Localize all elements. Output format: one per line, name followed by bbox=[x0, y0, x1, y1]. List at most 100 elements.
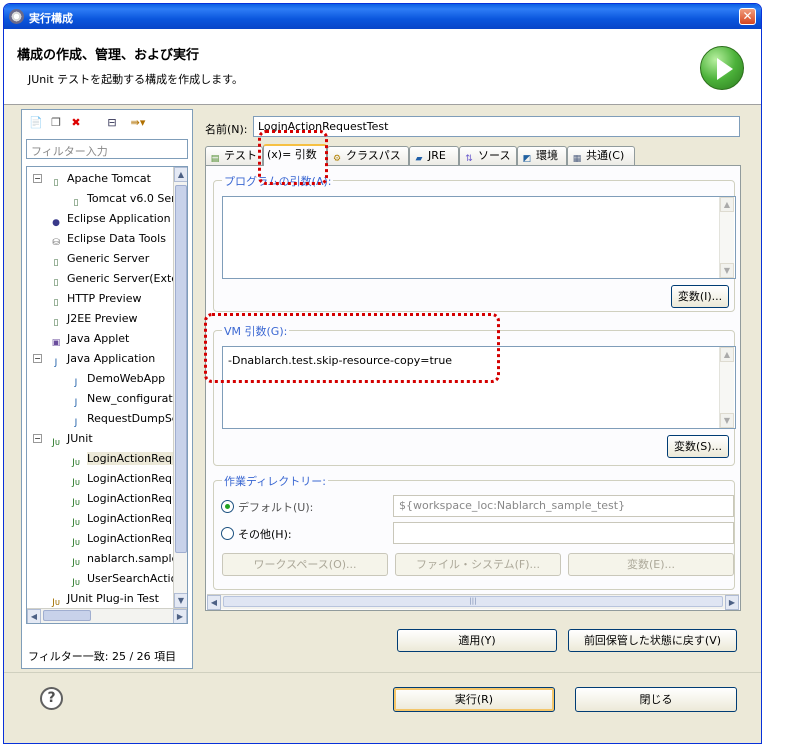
tree-item[interactable]: ▯ Tomcat v6.0 Server bbox=[69, 189, 175, 209]
tree-item-label: Generic Server(External) bbox=[67, 272, 175, 285]
duplicate-icon[interactable]: ❐ bbox=[48, 115, 64, 131]
java-app-icon: J bbox=[74, 398, 78, 408]
filter-input[interactable]: フィルター入力 bbox=[26, 139, 188, 159]
name-field[interactable]: LoginActionRequestTest bbox=[253, 116, 740, 137]
server-icon: ▯ bbox=[53, 278, 59, 288]
common-icon: ▦ bbox=[572, 154, 582, 164]
vm-args-scrollbar[interactable]: ▲ ▼ bbox=[719, 347, 734, 428]
program-args-scrollbar[interactable]: ▲ ▼ bbox=[719, 197, 734, 278]
working-directory-group: 作業ディレクトリー: デフォルト(U): ${workspace_loc:Nab… bbox=[213, 473, 735, 590]
collapse-all-icon[interactable]: ⊟ bbox=[104, 115, 120, 131]
tree-item[interactable]: Jᴜ LoginActionRequestTest bbox=[69, 469, 175, 489]
footer-separator bbox=[4, 672, 761, 673]
collapse-toggle-icon[interactable]: − bbox=[33, 434, 42, 443]
tree-item[interactable]: ▯ Generic Server bbox=[49, 249, 150, 269]
tree-item[interactable]: Jᴜ LoginActionRequestTest bbox=[69, 529, 175, 549]
vm-arguments-field[interactable]: -Dnablarch.test.skip-resource-copy=true bbox=[222, 346, 736, 429]
header-description: JUnit テストを起動する構成を作成します。 bbox=[28, 73, 244, 86]
tab-arguments[interactable]: (x)= 引数 bbox=[263, 144, 327, 166]
scroll-down-icon[interactable]: ▼ bbox=[720, 263, 734, 278]
title-bar[interactable]: 実行構成 ✕ bbox=[4, 4, 761, 29]
delete-icon[interactable]: ✖ bbox=[68, 115, 84, 131]
tree-item[interactable]: ⛁ Eclipse Data Tools bbox=[49, 229, 166, 249]
panel-horizontal-scrollbar[interactable]: ◀ ||| ▶ bbox=[207, 594, 739, 610]
workdir-variables-button[interactable]: 変数(E)... bbox=[568, 553, 734, 576]
other-directory-field bbox=[393, 522, 734, 544]
apply-button[interactable]: 適用(Y) bbox=[397, 629, 557, 652]
tree-item-label: Java Application bbox=[67, 352, 156, 365]
tab-classpath[interactable]: ⚙ クラスパス bbox=[327, 146, 409, 165]
run-configurations-dialog: 実行構成 ✕ 構成の作成、管理、および実行 JUnit テストを起動する構成を作… bbox=[3, 3, 762, 744]
tree-item[interactable]: − Jᴜ JUnit bbox=[33, 429, 93, 449]
tab-environment[interactable]: ◩ 環境 bbox=[517, 146, 567, 165]
scroll-left-icon[interactable]: ◀ bbox=[207, 595, 221, 610]
tree-item[interactable]: J DemoWebApp bbox=[69, 369, 165, 389]
tree-item[interactable]: ▣ Java Applet bbox=[49, 329, 130, 349]
tree-item[interactable]: Jᴜ JUnit Plug-in Test bbox=[49, 589, 159, 608]
collapse-toggle-icon[interactable]: − bbox=[33, 174, 42, 183]
tree-item[interactable]: Jᴜ UserSearchAction bbox=[69, 569, 175, 589]
new-config-icon[interactable]: 📄 bbox=[28, 115, 44, 131]
filter-icon[interactable]: ⇛▾ bbox=[124, 115, 152, 131]
other-radio[interactable] bbox=[221, 527, 234, 540]
default-radio-label: デフォルト(U): bbox=[238, 501, 314, 514]
tree-item-label: LoginActionRequestTest bbox=[87, 532, 175, 545]
tree-item[interactable]: ● Eclipse Application bbox=[49, 209, 171, 229]
tree-item[interactable]: Jᴜ LoginActionRequestTest bbox=[69, 489, 175, 509]
other-radio-label: その他(H): bbox=[238, 528, 292, 541]
tree-item-label: DemoWebApp bbox=[87, 372, 166, 385]
h-scroll-thumb[interactable] bbox=[43, 610, 91, 621]
scroll-left-icon[interactable]: ◀ bbox=[27, 609, 41, 623]
tree-item[interactable]: ▯ Generic Server(External) bbox=[49, 269, 175, 289]
tab-jre[interactable]: ▰ JRE bbox=[409, 146, 459, 165]
tree-item[interactable]: ▯ HTTP Preview bbox=[49, 289, 142, 309]
configuration-tree[interactable]: − ▯ Apache Tomcat ▯ Tomcat v6.0 Server ● Eclip… bbox=[26, 166, 188, 624]
vm-arguments-group: VM 引数(G): -Dnablarch.test.skip-resource-… bbox=[213, 323, 736, 466]
scroll-up-icon[interactable]: ▲ bbox=[174, 167, 187, 182]
tree-item[interactable]: ▯ J2EE Preview bbox=[49, 309, 138, 329]
workspace-button[interactable]: ワークスペース(O)... bbox=[222, 553, 388, 576]
vm-variables-button[interactable]: 変数(S)... bbox=[667, 435, 729, 458]
tree-item-label: Java Applet bbox=[67, 332, 130, 345]
tree-vertical-scrollbar[interactable]: ▲ ▼ bbox=[173, 167, 187, 608]
close-icon[interactable]: ✕ bbox=[739, 8, 756, 25]
help-icon[interactable]: ? bbox=[40, 687, 63, 710]
scroll-thumb[interactable] bbox=[175, 185, 187, 553]
tree-item[interactable]: − ▯ Apache Tomcat bbox=[33, 169, 151, 189]
run-button[interactable]: 実行(R) bbox=[393, 687, 555, 712]
program-variables-button[interactable]: 変数(I)... bbox=[671, 285, 729, 308]
scroll-up-icon[interactable]: ▲ bbox=[720, 197, 734, 212]
tree-horizontal-scrollbar[interactable]: ◀ ▶ bbox=[27, 608, 187, 623]
filesystem-button[interactable]: ファイル・システム(F)... bbox=[395, 553, 561, 576]
tree-item[interactable]: Jᴜ LoginActionRequestTest bbox=[69, 449, 175, 469]
tab-common[interactable]: ▦ 共通(C) bbox=[567, 146, 635, 165]
tree-item[interactable]: Jᴜ nablarch.sample bbox=[69, 549, 175, 569]
program-arguments-field[interactable] bbox=[222, 196, 736, 279]
h-scroll-thumb[interactable]: ||| bbox=[223, 596, 723, 607]
collapse-toggle-icon[interactable]: − bbox=[33, 354, 42, 363]
applet-icon: ▣ bbox=[51, 338, 61, 348]
scroll-right-icon[interactable]: ▶ bbox=[725, 595, 739, 610]
tree-item[interactable]: Jᴜ LoginActionRequestTest bbox=[69, 509, 175, 529]
revert-button[interactable]: 前回保管した状態に戻す(V) bbox=[568, 629, 737, 652]
tree-item-label: Apache Tomcat bbox=[67, 172, 151, 185]
tree-item[interactable]: J New_configuration bbox=[69, 389, 175, 409]
working-directory-label: 作業ディレクトリー: bbox=[222, 473, 328, 489]
scroll-down-icon[interactable]: ▼ bbox=[174, 593, 187, 608]
scroll-right-icon[interactable]: ▶ bbox=[173, 609, 187, 623]
default-radio[interactable] bbox=[221, 500, 234, 513]
tree-item[interactable]: − J Java Application bbox=[33, 349, 156, 369]
tree-item[interactable]: J RequestDumpServer bbox=[69, 409, 175, 429]
name-label: 名前(N): bbox=[205, 123, 248, 136]
tree-item-label: Eclipse Application bbox=[67, 212, 171, 225]
tab-source[interactable]: ⇅ ソース bbox=[459, 146, 517, 165]
tab-test[interactable]: ▤ テスト bbox=[205, 146, 263, 165]
java-app-icon: J bbox=[54, 358, 58, 368]
program-arguments-label: プログラムの引数(A): bbox=[222, 173, 334, 189]
program-arguments-group: プログラムの引数(A): ▲ ▼ 変数(I)... bbox=[213, 173, 736, 312]
server-icon: ▯ bbox=[53, 318, 59, 328]
scroll-up-icon[interactable]: ▲ bbox=[720, 347, 734, 362]
tree-item-label: Tomcat v6.0 Server bbox=[87, 192, 175, 205]
scroll-down-icon[interactable]: ▼ bbox=[720, 413, 734, 428]
close-button[interactable]: 閉じる bbox=[575, 687, 737, 712]
